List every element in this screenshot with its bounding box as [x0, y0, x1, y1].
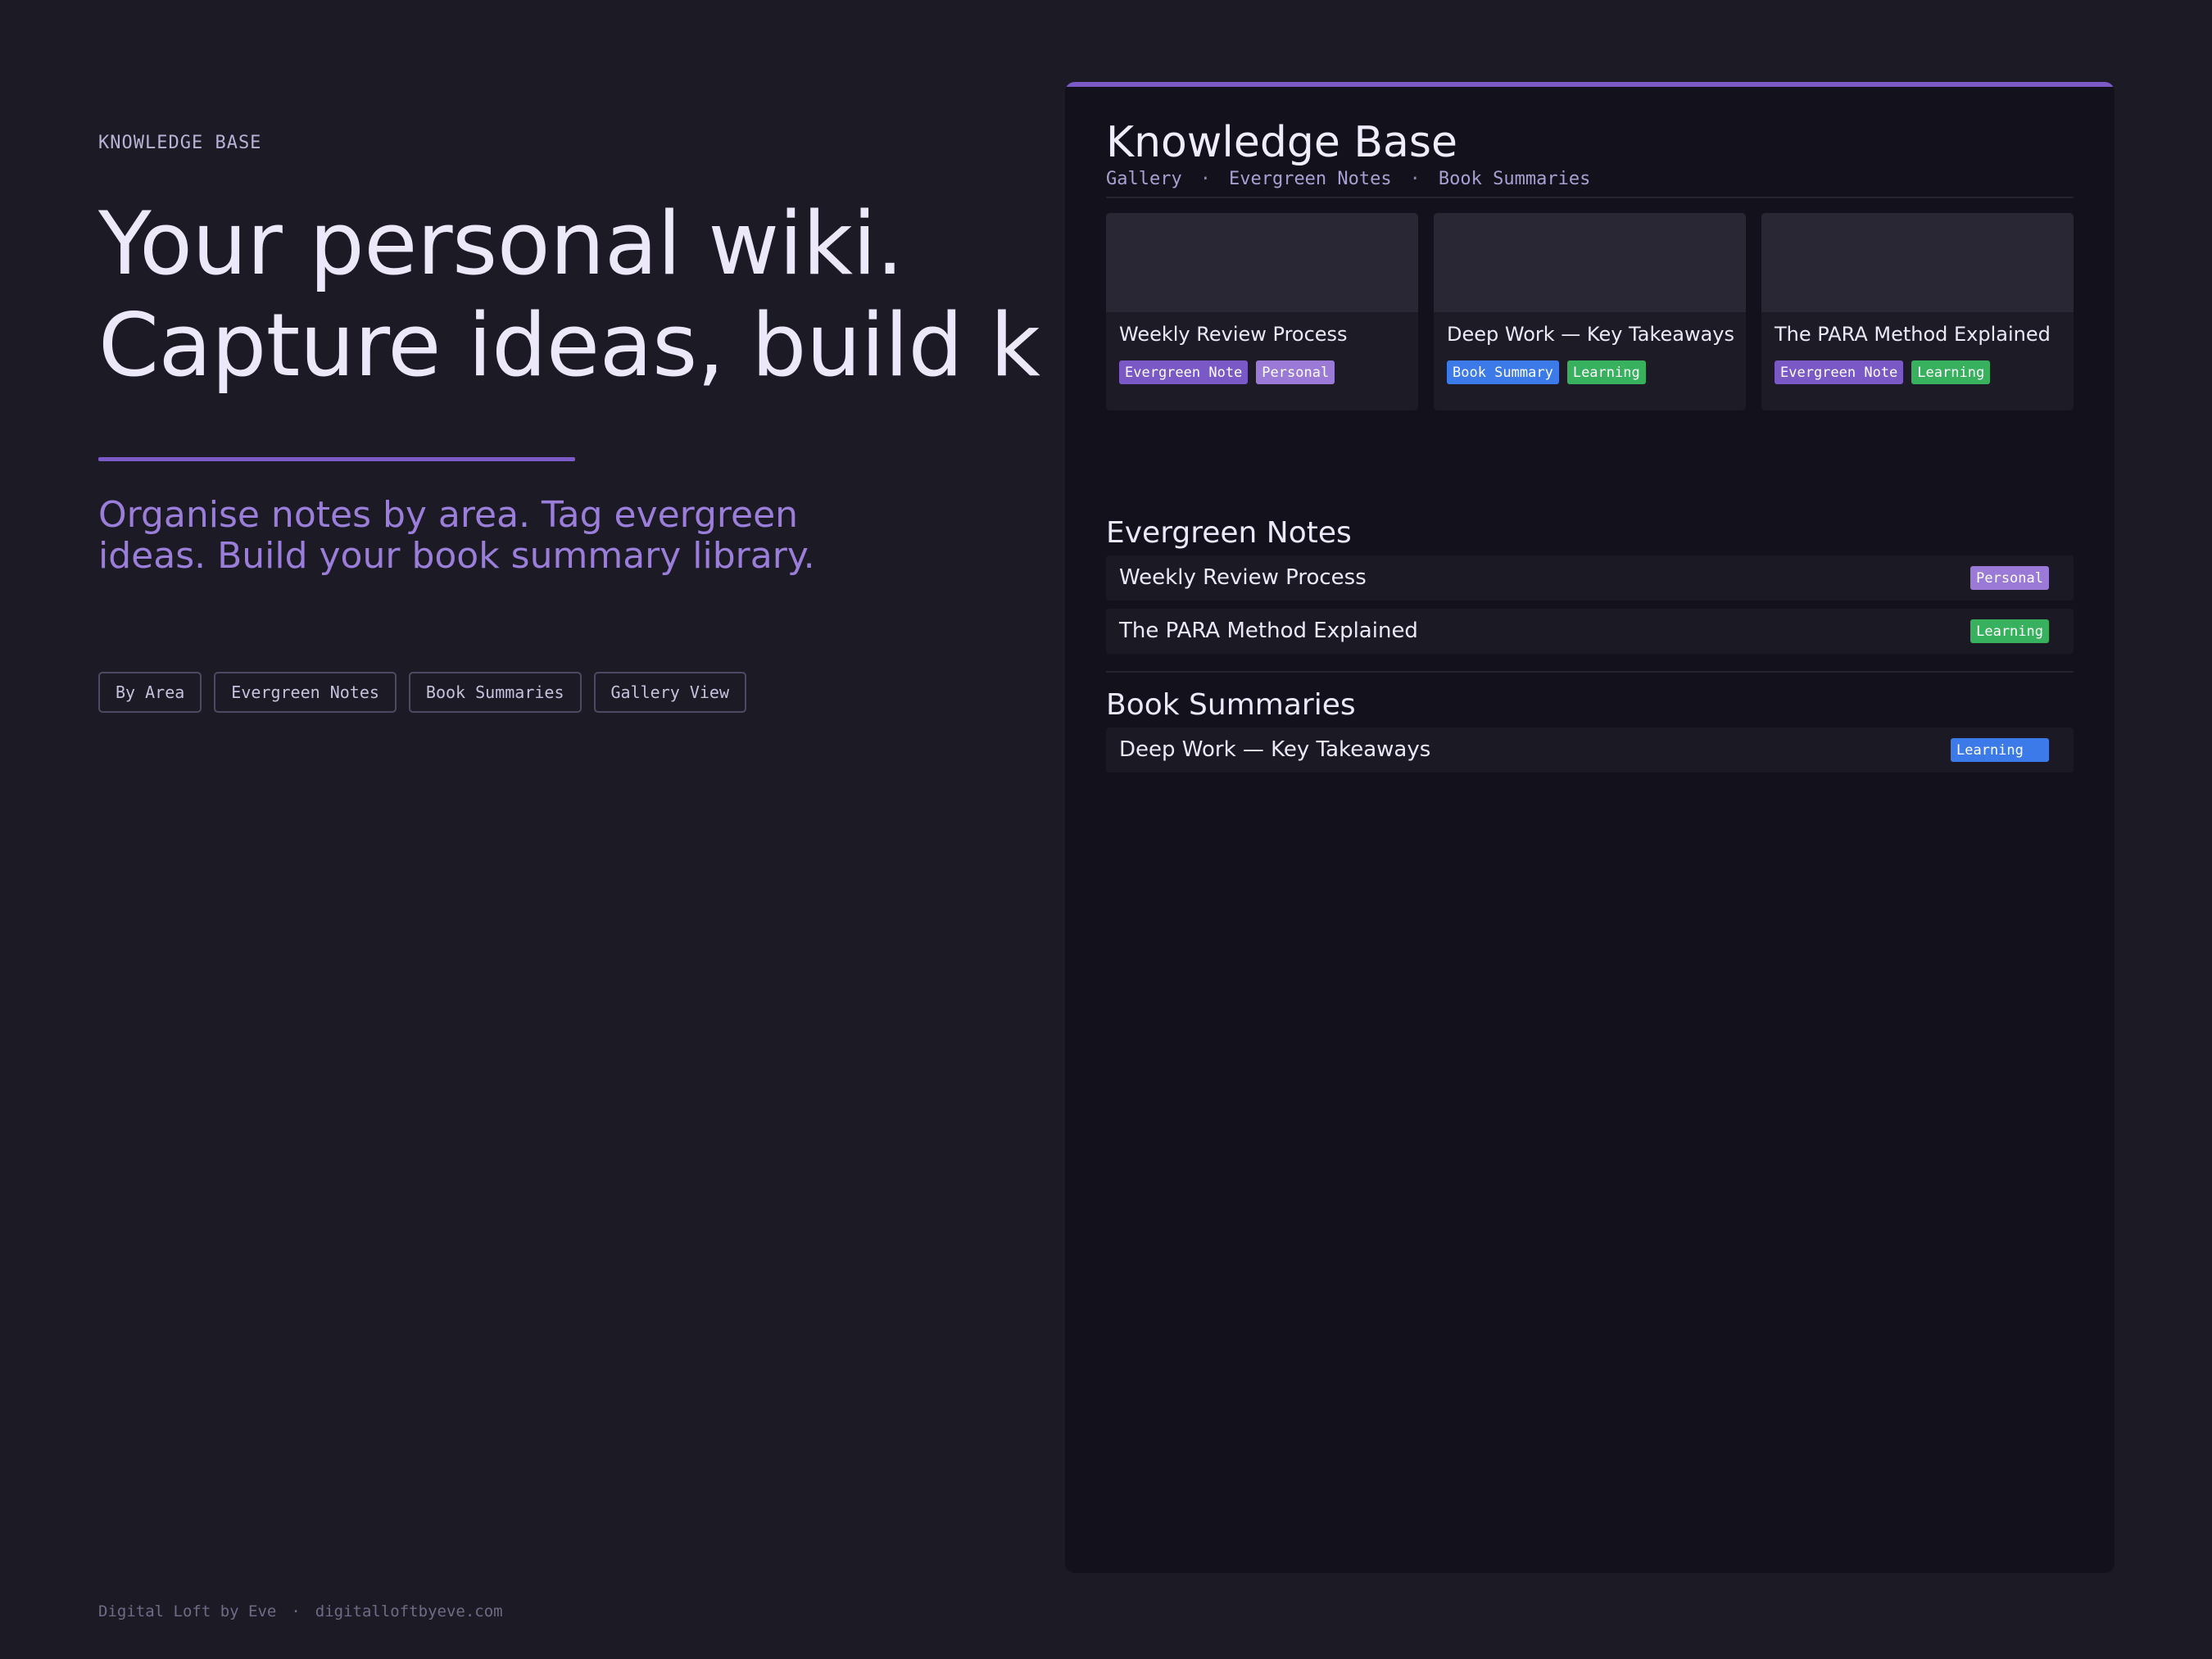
subhead: Organise notes by area. Tag evergreen id… — [98, 495, 868, 577]
tag-personal: Personal — [1256, 360, 1335, 384]
chip-evergreen-notes[interactable]: Evergreen Notes — [214, 672, 397, 713]
card-title: Weekly Review Process — [1119, 323, 1348, 346]
list-item-title: Weekly Review Process — [1119, 565, 1367, 590]
footer: Digital Loft by Eve · digitalloftbyeve.com — [98, 1602, 503, 1620]
footer-separator: · — [291, 1602, 301, 1620]
headline-line-2: Capture ideas, build k — [98, 295, 1040, 396]
card-tags: Evergreen Note Learning — [1775, 360, 1991, 384]
list-item[interactable]: Weekly Review Process Personal — [1106, 555, 2074, 601]
section-heading-evergreen: Evergreen Notes — [1106, 516, 1352, 550]
panel-title: Knowledge Base — [1106, 118, 1457, 167]
chip-gallery-view[interactable]: Gallery View — [593, 672, 746, 713]
headline: Your personal wiki. Capture ideas, build… — [98, 193, 1065, 397]
card-title: Deep Work — Key Takeaways — [1447, 323, 1734, 346]
gallery-card[interactable]: Deep Work — Key Takeaways Book Summary L… — [1434, 213, 1746, 410]
gallery-card[interactable]: Weekly Review Process Evergreen Note Per… — [1106, 213, 1418, 410]
feature-chips: By Area Evergreen Notes Book Summaries G… — [98, 672, 746, 713]
panel-divider — [1106, 197, 2074, 198]
nav-separator: · — [1199, 169, 1211, 189]
footer-brand: Digital Loft by Eve — [98, 1602, 277, 1620]
card-tags: Evergreen Note Personal — [1119, 360, 1335, 384]
nav-book-summaries[interactable]: Book Summaries — [1439, 169, 1590, 189]
nav-gallery[interactable]: Gallery — [1106, 169, 1182, 189]
tag-evergreen-note: Evergreen Note — [1775, 360, 1904, 384]
tag-learning: Learning — [1566, 360, 1646, 384]
gallery-card[interactable]: The PARA Method Explained Evergreen Note… — [1761, 213, 2074, 410]
nav-separator: · — [1409, 169, 1421, 189]
subhead-line-1: Organise notes by area. Tag evergreen — [98, 494, 799, 536]
subhead-line-2: ideas. Build your book summary library. — [98, 535, 815, 577]
list-item-title: The PARA Method Explained — [1119, 619, 1418, 643]
tag-evergreen-note: Evergreen Note — [1119, 360, 1249, 384]
panel-accent-bar — [1065, 82, 2115, 87]
panel-nav: Gallery · Evergreen Notes · Book Summari… — [1106, 169, 1590, 189]
tag-book-summary: Book Summary — [1447, 360, 1559, 384]
tag-learning: Learning — [1970, 619, 2049, 643]
hero-section: KNOWLEDGE BASE Your personal wiki. Captu… — [98, 0, 1065, 1659]
list-item[interactable]: The PARA Method Explained Learning — [1106, 609, 2074, 654]
gallery-grid: Weekly Review Process Evergreen Note Per… — [1106, 213, 2074, 410]
eyebrow-label: KNOWLEDGE BASE — [98, 133, 262, 153]
knowledge-base-panel: Knowledge Base Gallery · Evergreen Notes… — [1065, 82, 2115, 1573]
tag-learning: Learning — [1911, 360, 1991, 384]
card-title: The PARA Method Explained — [1775, 323, 2051, 346]
chip-by-area[interactable]: By Area — [98, 672, 202, 713]
footer-url[interactable]: digitalloftbyeve.com — [315, 1602, 503, 1620]
hero-divider — [98, 457, 575, 461]
section-heading-books: Book Summaries — [1106, 688, 1356, 722]
tag-learning: Learning — [1951, 738, 2049, 762]
card-tags: Book Summary Learning — [1447, 360, 1646, 384]
card-thumbnail — [1434, 213, 1746, 312]
list-item[interactable]: Deep Work — Key Takeaways Learning — [1106, 728, 2074, 773]
tag-personal: Personal — [1970, 566, 2049, 590]
page: KNOWLEDGE BASE Your personal wiki. Captu… — [0, 0, 2212, 1659]
section-divider — [1106, 671, 2074, 673]
card-thumbnail — [1106, 213, 1418, 312]
list-item-title: Deep Work — Key Takeaways — [1119, 737, 1431, 762]
chip-book-summaries[interactable]: Book Summaries — [408, 672, 582, 713]
headline-line-1: Your personal wiki. — [98, 193, 904, 294]
card-thumbnail — [1761, 213, 2074, 312]
nav-evergreen-notes[interactable]: Evergreen Notes — [1229, 169, 1392, 189]
